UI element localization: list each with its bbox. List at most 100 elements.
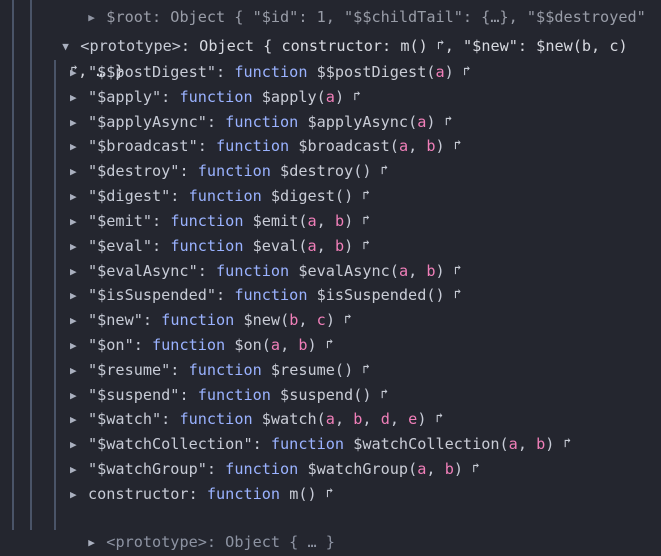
jump-to-definition-icon[interactable]: ↱ [381, 163, 389, 178]
triangle-right-icon[interactable]: ▶ [70, 334, 88, 358]
function-name: $suspend [280, 385, 354, 404]
triangle-right-icon[interactable]: ▶ [70, 260, 88, 284]
prototype-node[interactable]: ▼ <prototype>: Object { constructor: m() … [44, 10, 627, 55]
triangle-right-icon[interactable]: ▶ [70, 185, 88, 209]
jump-to-definition-icon[interactable]: ↱ [564, 436, 572, 451]
jump-to-definition-icon[interactable]: ↱ [353, 89, 361, 104]
method-row[interactable]: ▶ "$on": function $on(a, b) ↱ [70, 333, 334, 357]
method-row[interactable]: ▶ "$apply": function $apply(a) ↱ [70, 85, 361, 109]
arg-separator: , [280, 336, 299, 355]
jump-to-definition-icon[interactable]: ↱ [437, 38, 445, 53]
method-key: "$watch" [88, 410, 162, 429]
jump-to-definition-icon[interactable]: ↱ [326, 337, 334, 352]
function-keyword: function [179, 87, 253, 106]
arg-separator: , [334, 410, 354, 429]
triangle-right-icon[interactable]: ▶ [70, 135, 88, 159]
method-row[interactable]: ▶ "$evalAsync": function $evalAsync(a, b)… [70, 259, 462, 283]
function-argument: b [334, 236, 345, 255]
triangle-right-icon[interactable]: ▶ [70, 111, 88, 135]
open-paren: ( [316, 87, 326, 106]
triangle-right-icon[interactable]: ▶ [70, 458, 88, 482]
triangle-right-icon[interactable]: ▶ [70, 86, 88, 110]
arg-separator: , [316, 236, 335, 255]
jump-to-definition-icon[interactable]: ↱ [362, 188, 370, 203]
triangle-right-icon[interactable]: ▶ [70, 384, 88, 408]
function-keyword: function [216, 261, 290, 280]
jump-to-definition-icon[interactable]: ↱ [326, 486, 334, 501]
method-row[interactable]: ▶ "$watch": function $watch(a, b, d, e) ↱ [70, 407, 443, 431]
triangle-right-icon[interactable]: ▶ [70, 235, 88, 259]
method-row[interactable]: ▶ constructor: function m() ↱ [70, 482, 334, 506]
function-keyword: function [206, 484, 281, 503]
jump-to-definition-icon[interactable]: ↱ [344, 312, 352, 327]
open-paren: ( [389, 137, 399, 156]
function-argument: b [444, 460, 454, 479]
function-keyword: function [188, 187, 262, 206]
jump-to-definition-icon[interactable]: ↱ [362, 362, 370, 377]
jump-to-definition-icon[interactable]: ↱ [454, 263, 462, 278]
jump-to-definition-icon[interactable]: ↱ [445, 114, 453, 129]
colon: : [152, 236, 171, 255]
jump-to-definition-icon[interactable]: ↱ [362, 238, 370, 253]
method-row[interactable]: ▶ "$watchGroup": function $watchGroup(a, … [70, 457, 480, 481]
nested-prototype-node[interactable]: ▶ <prototype>: Object { … } [70, 506, 335, 551]
triangle-right-icon[interactable]: ▶ [70, 483, 88, 507]
colon: : [197, 261, 217, 280]
prototype-summary: : Object { constructor: m() [180, 37, 437, 55]
method-row[interactable]: ▶ "$emit": function $emit(a, b) ↱ [70, 209, 370, 233]
method-row[interactable]: ▶ "$broadcast": function $broadcast(a, b)… [70, 134, 462, 158]
method-row[interactable]: ▶ "$new": function $new(b, c) ↱ [70, 308, 352, 332]
method-row[interactable]: ▶ "$applyAsync": function $applyAsync(a) … [70, 110, 453, 134]
function-keyword: function [234, 63, 308, 81]
jump-to-definition-icon[interactable]: ↱ [472, 461, 480, 476]
open-paren: ( [408, 112, 418, 131]
jump-to-definition-icon[interactable]: ↱ [362, 213, 370, 228]
jump-to-definition-icon[interactable]: ↱ [463, 64, 471, 79]
open-paren: ( [426, 63, 436, 81]
method-key: "$$postDigest" [88, 63, 217, 81]
colon: : [197, 137, 217, 156]
triangle-right-icon[interactable]: ▶ [70, 61, 88, 85]
function-keyword: function [197, 385, 271, 404]
method-row[interactable]: ▶ "$suspend": function $suspend() ↱ [70, 383, 388, 407]
function-name: $digest [270, 187, 335, 206]
open-paren: ( [408, 460, 418, 479]
jump-to-definition-icon[interactable]: ↱ [454, 138, 462, 153]
function-argument: a [398, 137, 409, 156]
method-key: "$suspend" [88, 385, 180, 404]
arg-separator: , [517, 435, 537, 454]
method-row[interactable]: ▶ "$eval": function $eval(a, b) ↱ [70, 234, 370, 258]
method-row[interactable]: ▶ "$destroy": function $destroy() ↱ [70, 159, 388, 183]
open-paren: ( [280, 311, 290, 330]
triangle-right-icon[interactable]: ▶ [70, 210, 88, 234]
triangle-right-icon[interactable]: ▶ [70, 160, 88, 184]
open-paren: ( [353, 162, 363, 181]
triangle-right-icon[interactable]: ▶ [88, 531, 106, 555]
method-row[interactable]: ▶ "$watchCollection": function $watchColl… [70, 432, 571, 456]
triangle-right-icon[interactable]: ▶ [70, 309, 88, 333]
jump-to-definition-icon[interactable]: ↱ [454, 287, 462, 302]
method-key: constructor [88, 484, 189, 503]
triangle-right-icon[interactable]: ▶ [70, 408, 88, 432]
close-paren: ) [435, 286, 454, 305]
function-name: $applyAsync [307, 112, 409, 131]
method-key: "$on" [88, 336, 134, 355]
triangle-right-icon[interactable]: ▶ [70, 433, 88, 457]
close-paren: ) [344, 211, 363, 230]
jump-to-definition-icon[interactable]: ↱ [381, 387, 389, 402]
method-row[interactable]: ▶ "$resume": function $resume() ↱ [70, 358, 370, 382]
method-row[interactable]: ▶ "$isSuspended": function $isSuspended()… [70, 283, 462, 307]
open-paren: ( [334, 187, 345, 206]
method-row[interactable]: ▶ "$$postDigest": function $$postDigest(a… [70, 60, 471, 84]
triangle-right-icon[interactable]: ▶ [70, 284, 88, 308]
function-name: $apply [261, 87, 317, 106]
triangle-right-icon[interactable]: ▶ [70, 359, 88, 383]
function-argument: a [398, 261, 409, 280]
close-paren: ) [334, 87, 354, 106]
function-keyword: function [197, 162, 271, 181]
jump-to-definition-icon[interactable]: ↱ [436, 411, 444, 426]
method-row[interactable]: ▶ "$digest": function $digest() ↱ [70, 184, 370, 208]
